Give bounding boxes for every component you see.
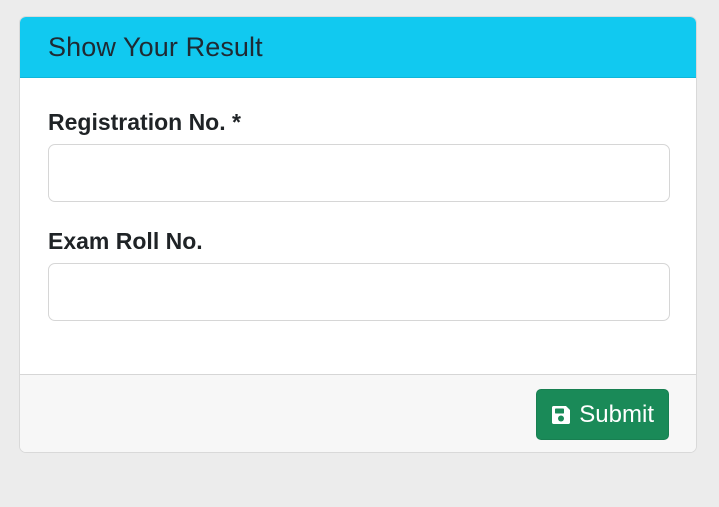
card-body: Registration No. * Exam Roll No. <box>20 78 696 374</box>
card-title: Show Your Result <box>48 31 263 62</box>
save-icon <box>550 404 572 426</box>
card-header: Show Your Result <box>20 17 696 78</box>
exam-roll-label: Exam Roll No. <box>48 228 203 254</box>
registration-label: Registration No. * <box>48 109 241 135</box>
submit-button[interactable]: Submit <box>536 389 669 440</box>
registration-input[interactable] <box>48 144 670 202</box>
submit-label: Submit <box>579 400 654 428</box>
card-footer: Submit <box>20 374 696 452</box>
result-card: Show Your Result Registration No. * Exam… <box>19 16 697 453</box>
registration-group: Registration No. * <box>48 108 670 202</box>
exam-roll-input[interactable] <box>48 263 670 321</box>
exam-roll-group: Exam Roll No. <box>48 227 670 321</box>
